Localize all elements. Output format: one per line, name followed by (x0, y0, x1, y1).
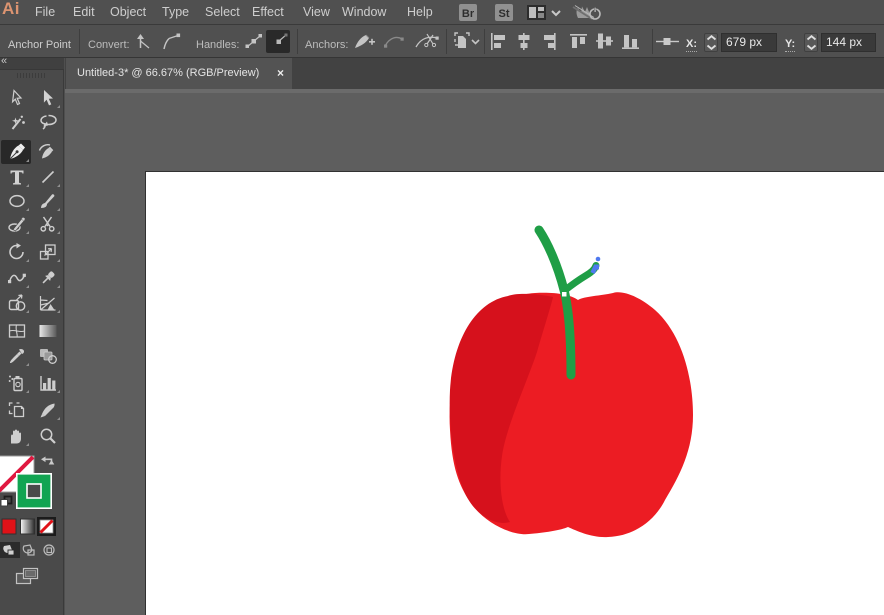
svg-text:St: St (499, 8, 510, 20)
svg-text:Br: Br (462, 8, 475, 20)
